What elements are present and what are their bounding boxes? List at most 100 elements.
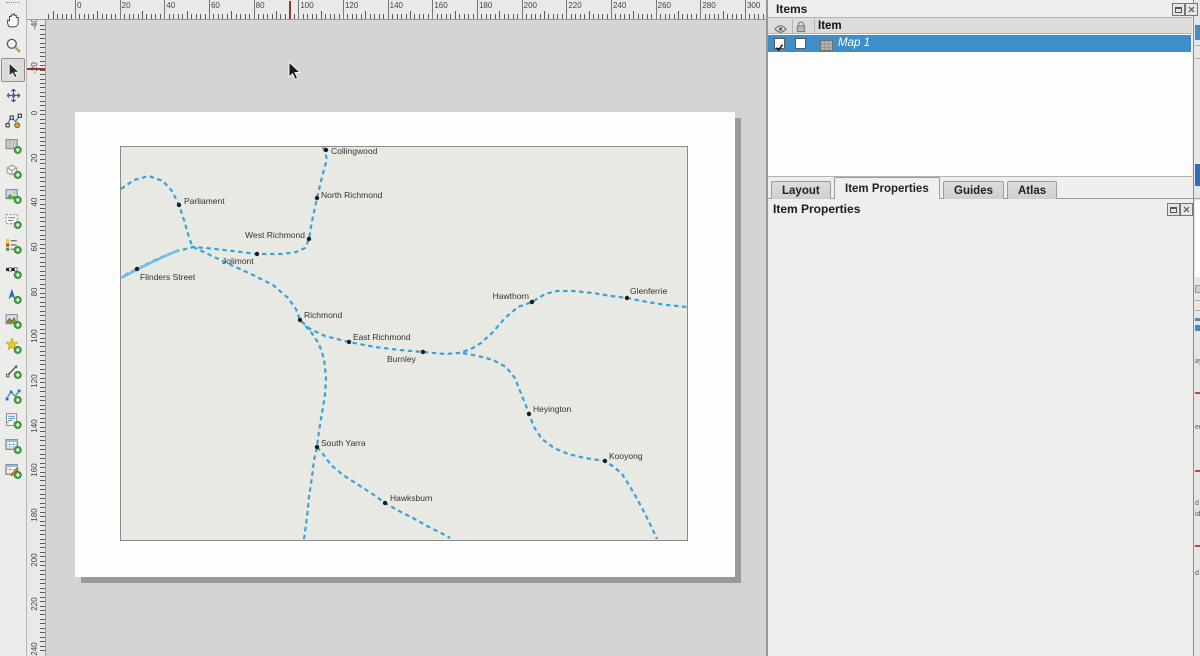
tab-item-properties[interactable]: Item Properties	[834, 177, 940, 199]
ruler-tick	[40, 38, 45, 39]
edge-artifact	[1195, 285, 1200, 293]
items-row-map-1[interactable]: Map 1	[768, 35, 1191, 52]
ruler-tick	[40, 311, 45, 312]
ruler-tick	[598, 14, 599, 19]
ruler-tick	[40, 212, 45, 213]
item-properties-undock-button[interactable]	[1167, 203, 1180, 216]
ruler-tick	[651, 14, 652, 19]
add-3d-map-icon	[5, 162, 22, 179]
edge-text-fragment: ed	[1195, 424, 1200, 431]
ruler-tick	[111, 14, 112, 19]
map-item-frame[interactable]: CollingwoodNorth RichmondWest RichmondPa…	[120, 146, 688, 541]
station-label: Richmond	[304, 310, 343, 320]
ruler-tick	[79, 14, 80, 19]
ruler-tick	[700, 0, 701, 19]
ruler-tick	[178, 14, 179, 19]
station-dot	[527, 412, 531, 416]
items-list[interactable]: Map 1	[768, 34, 1192, 177]
edge-artifact	[1195, 45, 1200, 46]
layout-canvas[interactable]: CollingwoodNorth RichmondWest RichmondPa…	[46, 20, 766, 656]
add-arrow-button[interactable]	[1, 358, 25, 382]
tab-guides[interactable]: Guides	[943, 181, 1004, 199]
ruler-tick	[370, 14, 371, 19]
ruler-tick	[155, 14, 156, 19]
ruler-tick	[40, 92, 45, 93]
station-dot	[135, 267, 139, 271]
ruler-tick	[40, 221, 45, 222]
items-undock-button[interactable]	[1172, 3, 1185, 16]
ruler-tick	[615, 14, 616, 19]
ruler-tick	[40, 177, 45, 178]
ruler-tick	[642, 14, 643, 19]
ruler-tick	[40, 619, 45, 620]
ruler-tick	[115, 14, 116, 19]
ruler-tick	[249, 14, 250, 19]
ruler-tick	[40, 534, 45, 535]
add-html-button[interactable]	[1, 408, 25, 432]
zoom-button[interactable]	[1, 33, 25, 57]
ruler-tick	[361, 14, 362, 19]
ruler-tick	[562, 14, 563, 19]
ruler-tick	[352, 14, 353, 19]
ruler-label: 280	[702, 1, 715, 10]
ruler-tick	[745, 0, 746, 19]
ruler-tick	[459, 14, 460, 19]
add-fixed-table-icon	[5, 462, 22, 479]
ruler-tick	[213, 14, 214, 19]
station-dot	[255, 252, 259, 256]
ruler-tick	[40, 168, 45, 169]
station-dot	[315, 445, 319, 449]
move-item-content-button[interactable]	[1, 83, 25, 107]
ruler-tick	[285, 14, 286, 19]
add-attribute-table-button[interactable]	[1, 433, 25, 457]
ruler-tick	[40, 579, 45, 580]
station-dot	[177, 203, 181, 207]
toolbar-drag-handle[interactable]	[6, 2, 20, 6]
ruler-tick	[401, 14, 402, 19]
railway-line	[121, 176, 193, 247]
pan-layout-button[interactable]	[1, 8, 25, 32]
ruler-tick	[481, 14, 482, 19]
ruler-tick	[397, 14, 398, 19]
edit-nodes-item-button[interactable]	[1, 108, 25, 132]
ruler-tick	[40, 364, 45, 365]
ruler-label: 220	[26, 596, 46, 612]
tab-layout[interactable]: Layout	[771, 181, 831, 199]
ruler-tick	[419, 14, 420, 19]
ruler-tick	[709, 14, 710, 19]
horizontal-ruler: 0204060801001201401601802002202402602803…	[46, 0, 766, 20]
add-3d-map-button[interactable]	[1, 158, 25, 182]
add-map-button[interactable]	[1, 133, 25, 157]
add-html-icon	[5, 412, 22, 429]
ruler-label: 40	[166, 1, 175, 10]
add-north-arrow-button[interactable]	[1, 283, 25, 307]
ruler-tick	[196, 14, 197, 19]
edge-text-fragment: d	[1195, 570, 1199, 577]
visibility-checkbox[interactable]	[774, 38, 785, 49]
ruler-tick	[75, 0, 76, 19]
ruler-tick	[40, 632, 45, 633]
ruler-tick	[678, 11, 679, 19]
ruler-tick	[40, 302, 45, 303]
ruler-tick	[584, 14, 585, 19]
add-legend-button[interactable]	[1, 233, 25, 257]
add-picture-button[interactable]	[1, 183, 25, 207]
add-legend-icon	[5, 237, 22, 254]
select-move-item-button[interactable]	[1, 58, 25, 82]
tab-atlas[interactable]: Atlas	[1007, 181, 1057, 199]
add-scalebar-button[interactable]	[1, 258, 25, 282]
add-fixed-table-button[interactable]	[1, 458, 25, 482]
ruler-tick	[316, 14, 317, 19]
ruler-tick	[495, 14, 496, 19]
add-node-item-button[interactable]	[1, 383, 25, 407]
ruler-tick	[414, 14, 415, 19]
edge-artifact	[1195, 318, 1200, 321]
ruler-tick	[40, 52, 45, 53]
add-label-button[interactable]	[1, 208, 25, 232]
ruler-tick	[691, 14, 692, 19]
items-close-button[interactable]	[1185, 3, 1198, 16]
add-marker-button[interactable]	[1, 333, 25, 357]
item-properties-close-button[interactable]	[1180, 203, 1193, 216]
add-elevation-profile-button[interactable]	[1, 308, 25, 332]
lock-checkbox[interactable]	[795, 38, 806, 49]
